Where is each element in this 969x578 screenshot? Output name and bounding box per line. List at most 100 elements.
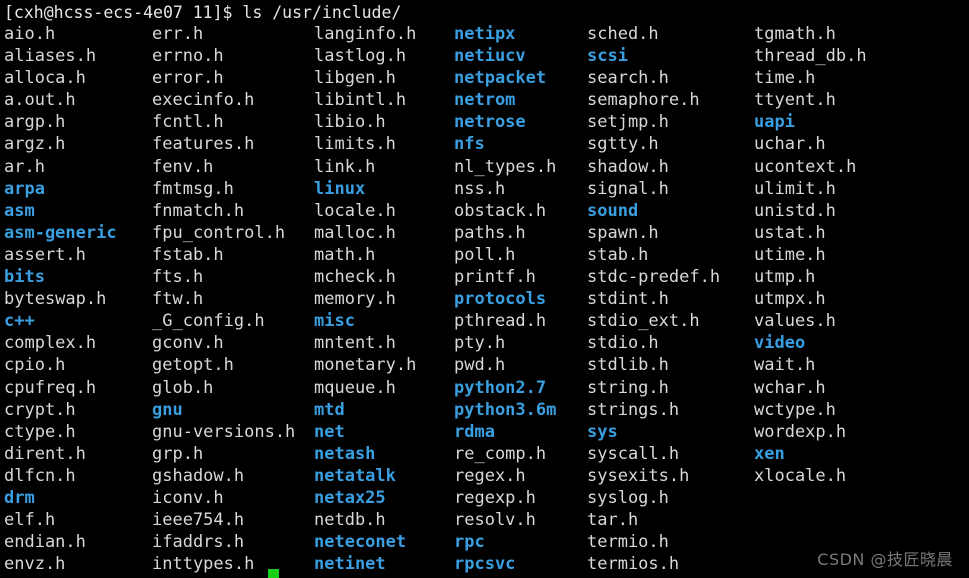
ls-entry-file: time.h: [754, 68, 816, 89]
ls-entry-clipped: [4, 574, 152, 578]
ls-output-grid: aio.h err.h langinfo.h netipx sched.h tgmath.…: [4, 23, 969, 575]
ls-entry-file: langinfo.h: [314, 24, 417, 44]
ls-entry-file: pwd.h: [454, 355, 506, 376]
ls-entry-file: fenv.h: [152, 156, 214, 177]
ls-entry-directory: scsi: [587, 46, 628, 67]
ls-entry-file: printf.h: [454, 267, 536, 288]
ls-entry-file: wctype.h: [754, 399, 836, 420]
ls-entry-file: crypt.h: [4, 399, 76, 420]
ls-entry-file: pthread.h: [454, 311, 547, 332]
ls-entry-file: utime.h: [754, 244, 826, 265]
ls-entry-file: gnu-versions.h: [152, 421, 296, 442]
ls-entry-file: libgen.h: [314, 68, 396, 89]
ls-entry-file: thread_db.h: [754, 46, 867, 67]
ls-entry-directory: uapi: [754, 112, 795, 133]
ls-entry-directory: gnu: [152, 399, 183, 420]
ls-entry-file: mntent.h: [314, 333, 396, 354]
ls-entry-file: monetary.h: [314, 355, 417, 376]
ls-entry-file: ftw.h: [152, 289, 204, 310]
ls-entry-file: obstack.h: [454, 200, 547, 221]
ls-entry-file: a.out.h: [4, 90, 76, 111]
ls-entry-directory: rpcsvc: [454, 554, 516, 575]
ls-entry-directory: nfs: [454, 134, 485, 155]
ls-entry-file: wait.h: [754, 355, 816, 376]
ls-entry-file: error.h: [152, 68, 224, 89]
ls-entry-file: getopt.h: [152, 355, 234, 376]
ls-entry-directory: netpacket: [454, 68, 547, 89]
ls-entry-directory: sys: [587, 421, 618, 442]
ls-entry-file: resolv.h: [454, 510, 536, 531]
ls-entry-file: paths.h: [454, 222, 526, 243]
ls-entry-directory: misc: [314, 311, 355, 332]
ls-entry-directory: netipx: [454, 24, 516, 44]
ls-entry-file: fts.h: [152, 267, 204, 288]
ls-entry-file: aliases.h: [4, 46, 97, 67]
terminal-cursor: [268, 569, 279, 578]
ls-entry-file: ustat.h: [754, 222, 826, 243]
ls-entry-directory: c++: [4, 311, 35, 332]
ls-entry-file: ieee754.h: [152, 510, 245, 531]
ls-entry-file: fcntl.h: [152, 112, 224, 133]
ls-entry-file: ctype.h: [4, 421, 76, 442]
ls-entry-file: re_comp.h: [454, 443, 547, 464]
ls-entry-directory: protocols: [454, 289, 547, 310]
ls-entry-file: unistd.h: [754, 200, 836, 221]
ls-entry-file: stdio_ext.h: [587, 311, 700, 332]
ls-entry-file: nl_types.h: [454, 156, 557, 177]
ls-entry-file: cpufreq.h: [4, 377, 97, 398]
ls-entry-file: sgtty.h: [587, 134, 659, 155]
ls-entry-file: alloca.h: [4, 68, 86, 89]
ls-entry-file: stdio.h: [587, 333, 659, 354]
ls-entry-file: fstab.h: [152, 244, 224, 265]
ls-entry-file: uchar.h: [754, 134, 826, 155]
ls-entry-directory: video: [754, 333, 806, 354]
ls-entry-file: complex.h: [4, 333, 97, 354]
ls-entry-file: stab.h: [587, 244, 649, 265]
ls-entry-file: math.h: [314, 244, 376, 265]
ls-entry-file: assert.h: [4, 244, 86, 265]
ls-entry-directory: netiucv: [454, 46, 526, 67]
ls-entry-directory: netinet: [314, 554, 386, 575]
ls-entry-file: gshadow.h: [152, 465, 245, 486]
ls-entry-file: regex.h: [454, 465, 526, 486]
ls-entry-file: fnmatch.h: [152, 200, 245, 221]
ls-entry-directory: xen: [754, 443, 785, 464]
ls-entry-file: netdb.h: [314, 510, 386, 531]
ls-entry-directory: mtd: [314, 399, 345, 420]
ls-entry-directory: bits: [4, 267, 45, 288]
ls-entry-file: ulimit.h: [754, 178, 836, 199]
ls-entry-file: execinfo.h: [152, 90, 255, 111]
ls-entry-empty: [754, 531, 924, 553]
ls-entry-file: values.h: [754, 311, 836, 332]
ls-entry-file: libintl.h: [314, 90, 407, 111]
ls-entry-directory: rdma: [454, 421, 495, 442]
ls-entry-directory: netrose: [454, 112, 526, 133]
ls-entry-file: err.h: [152, 24, 204, 44]
ls-entry-file: tgmath.h: [754, 24, 836, 44]
ls-entry-directory: netatalk: [314, 465, 396, 486]
ls-entry-file: xlocale.h: [754, 465, 847, 486]
ls-entry-file: argz.h: [4, 134, 66, 155]
ls-entry-file: endian.h: [4, 532, 86, 553]
ls-entry-file: _G_config.h: [152, 311, 265, 332]
ls-entry-file: ttyent.h: [754, 90, 836, 111]
ls-entry-file: sysexits.h: [587, 465, 690, 486]
ls-entry-file: semaphore.h: [587, 90, 700, 111]
ls-entry-file: regexp.h: [454, 487, 536, 508]
ls-entry-file: glob.h: [152, 377, 214, 398]
terminal-window[interactable]: [cxh@hcss-ecs-4e07 11]$ ls /usr/include/…: [0, 0, 969, 578]
ls-entry-directory: netrom: [454, 90, 516, 111]
ls-entry-file: search.h: [587, 68, 669, 89]
shell-prompt-line: [cxh@hcss-ecs-4e07 11]$ ls /usr/include/: [4, 3, 402, 22]
ls-entry-file: utmp.h: [754, 267, 816, 288]
ls-entry-file: elf.h: [4, 510, 56, 531]
ls-entry-clipped: [314, 574, 454, 578]
ls-entry-file: gconv.h: [152, 333, 224, 354]
ls-entry-clipped: [754, 574, 924, 578]
ls-entry-file: argp.h: [4, 112, 66, 133]
ls-entry-directory: arpa: [4, 178, 45, 199]
ls-entry-directory: asm: [4, 200, 35, 221]
ls-entry-directory: netax25: [314, 487, 386, 508]
ls-entry-file: utmpx.h: [754, 289, 826, 310]
ls-entry-file: ifaddrs.h: [152, 532, 245, 553]
